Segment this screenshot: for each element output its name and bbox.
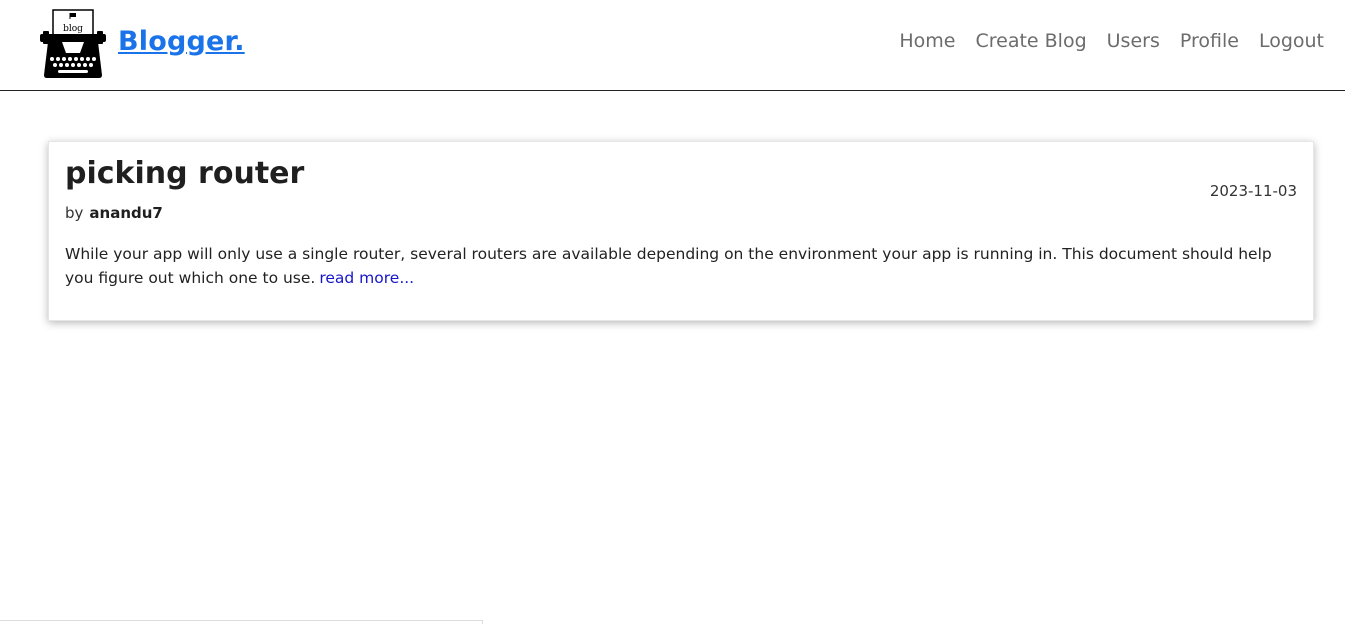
logo-blog-text: blog bbox=[63, 24, 83, 34]
post-author: anandu7 bbox=[89, 204, 163, 222]
post-excerpt: While your app will only use a single ro… bbox=[65, 242, 1297, 290]
nav-home-link[interactable]: Home bbox=[899, 30, 955, 52]
post-excerpt-text: While your app will only use a single ro… bbox=[65, 245, 1272, 287]
by-label: by bbox=[65, 204, 84, 222]
scrollbar-track bbox=[0, 620, 483, 621]
main-nav: Home Create Blog Users Profile Logout bbox=[899, 30, 1324, 52]
post-date: 2023-11-03 bbox=[1209, 182, 1297, 200]
brand-link[interactable]: Blogger. bbox=[118, 26, 245, 57]
post-title: picking router bbox=[65, 156, 305, 191]
read-more-link[interactable]: read more... bbox=[319, 269, 414, 287]
nav-users-link[interactable]: Users bbox=[1107, 30, 1160, 52]
scrollbar-edge bbox=[482, 620, 483, 624]
blog-post-card: picking router 2023-11-03 by anandu7 Whil… bbox=[48, 141, 1314, 321]
typewriter-logo-icon[interactable]: blog bbox=[40, 9, 106, 79]
post-author-line: by anandu7 bbox=[65, 204, 163, 222]
nav-logout-link[interactable]: Logout bbox=[1259, 30, 1324, 52]
nav-profile-link[interactable]: Profile bbox=[1180, 30, 1239, 52]
navbar: blog Blogger. Home Create Blog Users Pro… bbox=[0, 0, 1345, 91]
nav-create-blog-link[interactable]: Create Blog bbox=[975, 30, 1086, 52]
